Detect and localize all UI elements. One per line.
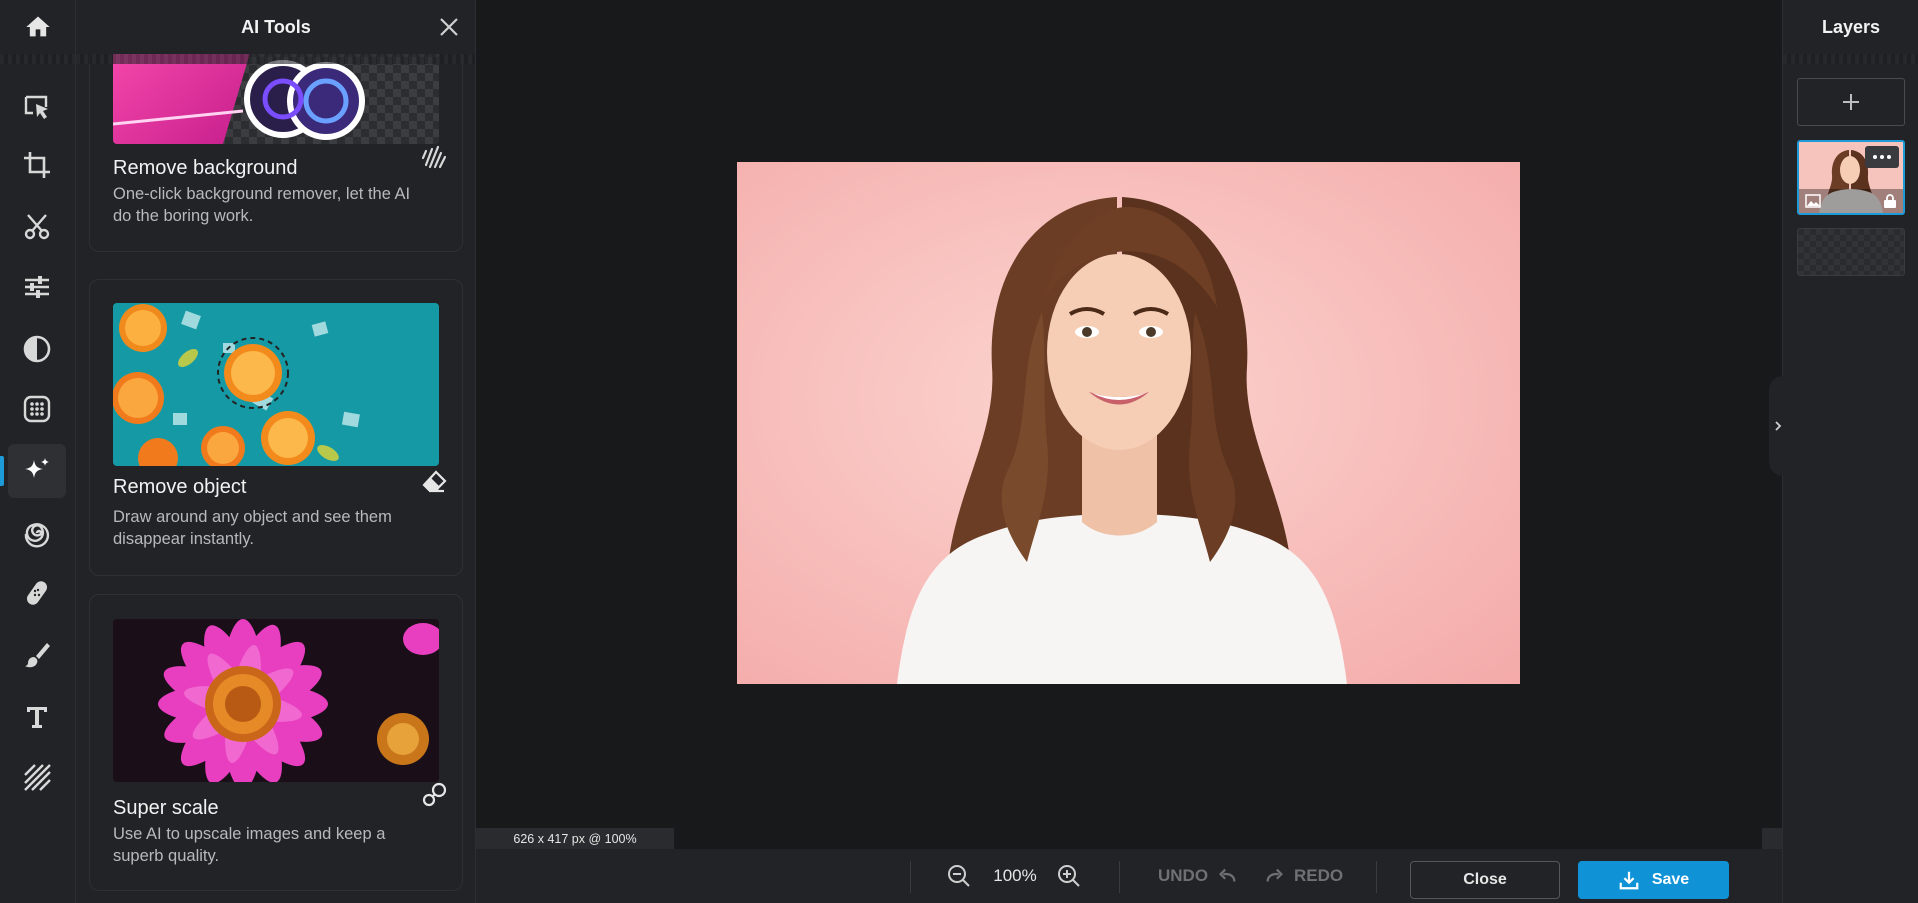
cut-icon bbox=[24, 214, 50, 240]
text-tool-button[interactable] bbox=[8, 690, 66, 744]
retouch-bandage-icon bbox=[26, 581, 48, 605]
layers-panel: Layers bbox=[1769, 0, 1918, 903]
ai-tools-panel: Remove background One-click background r… bbox=[76, 0, 476, 903]
super-scale-preview bbox=[113, 619, 439, 782]
undo-button[interactable]: UNDO bbox=[1158, 849, 1238, 903]
retouch-tool-button[interactable] bbox=[8, 566, 66, 620]
cut-tool-button[interactable] bbox=[8, 200, 66, 254]
panel-title: AI Tools bbox=[241, 16, 311, 37]
home-icon bbox=[26, 16, 50, 37]
layers-collapse-toggle[interactable] bbox=[1769, 376, 1787, 476]
crop-tool-button[interactable] bbox=[8, 138, 66, 192]
layer-photo[interactable] bbox=[1797, 140, 1905, 215]
save-button[interactable]: Save bbox=[1578, 861, 1729, 899]
download-icon bbox=[1619, 871, 1639, 890]
filters-icon bbox=[23, 395, 51, 423]
background-remove-icon bbox=[421, 145, 447, 169]
close-button[interactable]: Close bbox=[1410, 861, 1560, 899]
card-title: Super scale bbox=[113, 797, 219, 819]
save-label: Save bbox=[1651, 871, 1690, 888]
tool-rail bbox=[0, 0, 76, 903]
toolbar-divider bbox=[910, 861, 911, 893]
toolbar-divider bbox=[1376, 861, 1377, 893]
rail-divider bbox=[0, 54, 76, 64]
select-icon bbox=[24, 95, 48, 119]
contrast-icon bbox=[23, 335, 51, 363]
contrast-tool-button[interactable] bbox=[8, 322, 66, 376]
eraser-icon bbox=[422, 470, 447, 493]
plus-icon bbox=[1843, 94, 1859, 110]
canvas-scrollbar-corner bbox=[1762, 828, 1782, 849]
select-tool-button[interactable] bbox=[8, 80, 66, 134]
chevron-right-icon bbox=[1775, 421, 1782, 431]
layer-transparent[interactable] bbox=[1797, 228, 1905, 276]
spiral-effects-icon bbox=[24, 523, 50, 548]
bottom-toolbar: 100% UNDO REDO Close Save bbox=[476, 849, 1782, 903]
text-icon bbox=[27, 707, 47, 728]
zoom-level: 100% bbox=[993, 866, 1037, 885]
ai-tools-button[interactable] bbox=[0, 444, 66, 498]
layers-divider bbox=[1783, 54, 1918, 64]
canvas-stage[interactable]: 626 x 417 px @ 100% bbox=[476, 0, 1782, 849]
brush-icon bbox=[25, 643, 50, 668]
textures-icon bbox=[24, 764, 51, 791]
photo-editor-app: Remove background One-click background r… bbox=[0, 0, 1918, 903]
adjust-icon bbox=[25, 276, 49, 298]
toolbar-divider bbox=[1119, 861, 1120, 893]
zoom-out-icon[interactable] bbox=[946, 863, 972, 889]
layers-title: Layers bbox=[1821, 16, 1881, 37]
panel-header: AI Tools bbox=[76, 0, 475, 54]
adjust-tool-button[interactable] bbox=[8, 260, 66, 314]
effects-tool-button[interactable] bbox=[8, 506, 66, 560]
card-title: Remove background bbox=[113, 157, 298, 179]
panel-divider bbox=[76, 54, 475, 64]
add-layer-button[interactable] bbox=[1797, 78, 1905, 126]
canvas-size-info: 626 x 417 px @ 100% bbox=[476, 828, 674, 849]
crop-icon bbox=[24, 152, 50, 178]
image-layer-icon bbox=[1805, 194, 1821, 208]
ai-tools-icon bbox=[25, 458, 49, 478]
home-button[interactable] bbox=[0, 0, 76, 54]
card-description: Use AI to upscale images and keep a supe… bbox=[113, 825, 386, 865]
card-description: Draw around any object and see them disa… bbox=[113, 508, 392, 548]
undo-icon bbox=[1219, 868, 1236, 882]
remove-object-preview bbox=[113, 303, 439, 466]
remove-object-card[interactable]: Remove object Draw around any object and… bbox=[89, 279, 463, 576]
canvas-image[interactable] bbox=[737, 162, 1520, 684]
brush-tool-button[interactable] bbox=[8, 628, 66, 682]
undo-label: UNDO bbox=[1158, 866, 1209, 885]
scale-link-icon bbox=[422, 782, 447, 807]
close-icon[interactable] bbox=[438, 16, 460, 38]
textures-tool-button[interactable] bbox=[8, 750, 66, 804]
card-description: One-click background remover, let the AI… bbox=[113, 185, 411, 225]
redo-icon bbox=[1266, 868, 1283, 882]
super-scale-card[interactable]: Super scale Use AI to upscale images and… bbox=[89, 594, 463, 891]
lock-icon[interactable] bbox=[1883, 193, 1897, 209]
card-title: Remove object bbox=[113, 476, 247, 498]
redo-button[interactable]: REDO bbox=[1264, 849, 1343, 903]
layer-options-button[interactable] bbox=[1865, 146, 1899, 168]
redo-label: REDO bbox=[1294, 866, 1344, 885]
zoom-in-icon[interactable] bbox=[1056, 863, 1082, 889]
filters-tool-button[interactable] bbox=[8, 382, 66, 436]
